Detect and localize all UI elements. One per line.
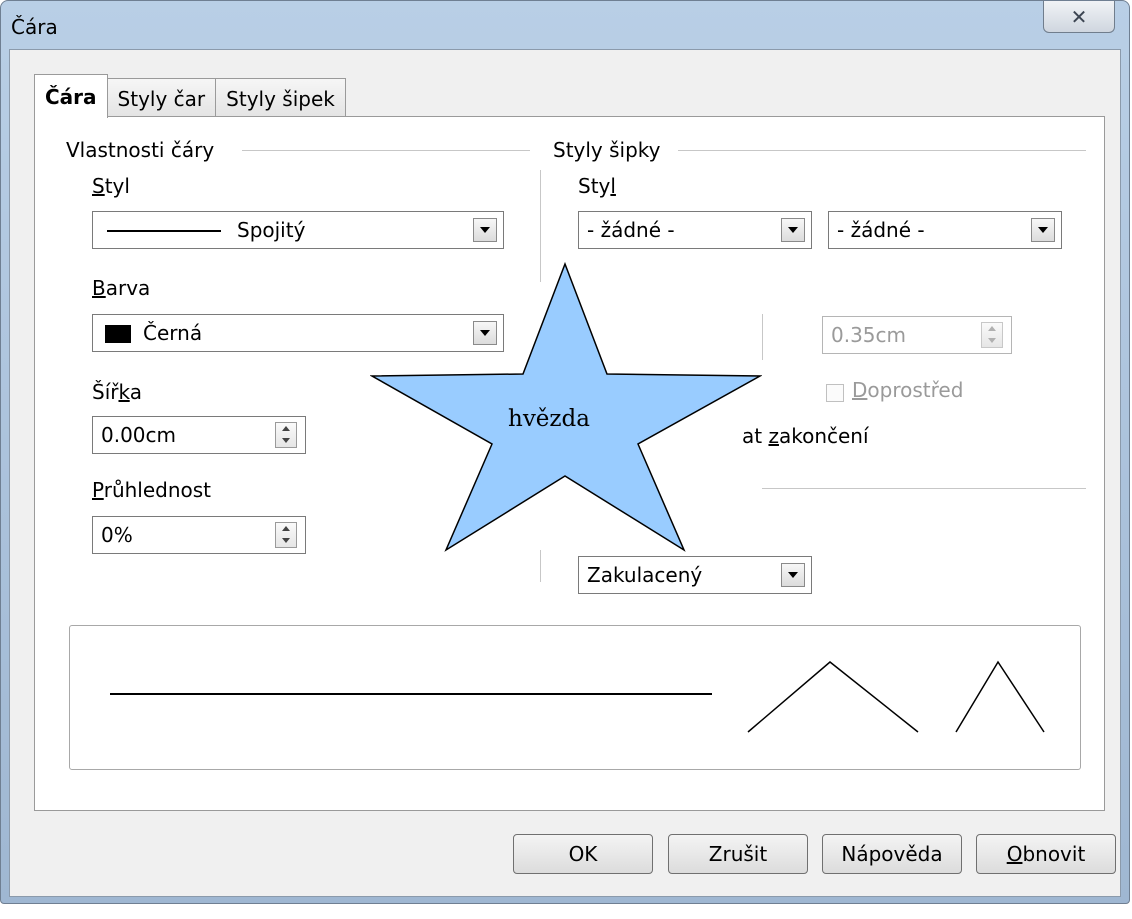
cap-style-select[interactable]: Zakulacený: [578, 556, 812, 594]
tab-arrow-styles[interactable]: Styly šipek: [215, 78, 346, 118]
line-properties-title: Vlastnosti čáry: [66, 138, 215, 162]
help-button[interactable]: Nápověda: [822, 834, 962, 874]
line-width-label: Šířka: [92, 380, 142, 404]
line-style-value: Spojitý: [237, 218, 306, 242]
transparency-spinner[interactable]: 0%: [92, 516, 306, 554]
line-style-sample: [107, 230, 221, 232]
corner-styles-divider: [762, 488, 1086, 489]
arrow-style-label: Styl: [578, 174, 616, 198]
line-style-select[interactable]: Spojitý: [92, 211, 504, 249]
star-label: hvězda: [508, 406, 590, 432]
help-button-label: Nápověda: [841, 842, 943, 866]
ok-button[interactable]: OK: [513, 834, 653, 874]
column-separator: [762, 314, 763, 360]
star-shape[interactable]: hvězda: [369, 261, 763, 557]
tab-line-styles[interactable]: Styly čar: [106, 78, 217, 118]
preview-corner-narrow: [955, 660, 1045, 733]
reset-button-label: Obnovit: [1006, 842, 1086, 866]
tab-arrow-styles-label: Styly šipek: [226, 86, 335, 111]
tab-line-styles-label: Styly čar: [117, 86, 206, 111]
window-title: Čára: [11, 15, 58, 39]
line-color-label: Barva: [92, 276, 151, 300]
arrow-styles-title: Styly šipky: [553, 138, 661, 162]
close-icon: ✕: [1070, 4, 1088, 29]
cap-style-value: Zakulacený: [587, 563, 703, 587]
arrow-styles-divider: [678, 150, 1086, 151]
preview-corner-wide: [747, 661, 919, 733]
tab-strip: Čára Styly čar Styly šipek: [34, 74, 346, 118]
close-button[interactable]: ✕: [1043, 1, 1115, 33]
center-checkbox-label: Doprostřed: [852, 378, 964, 402]
arrow-end-style-select[interactable]: - žádné -: [828, 211, 1062, 249]
spin-arrows-icon[interactable]: [275, 522, 297, 548]
chevron-down-icon[interactable]: [1031, 218, 1055, 242]
cancel-button[interactable]: Zrušit: [668, 834, 808, 874]
preview-canvas: [110, 660, 1045, 733]
spin-arrows-icon[interactable]: [275, 422, 297, 448]
tab-line-label: Čára: [45, 84, 97, 109]
reset-button[interactable]: Obnovit: [976, 834, 1116, 874]
color-swatch: [105, 325, 131, 343]
transparency-value: 0%: [101, 523, 133, 547]
line-color-value: Černá: [143, 321, 203, 345]
line-width-value: 0.00cm: [101, 423, 177, 447]
line-properties-divider: [242, 150, 530, 151]
arrow-start-style-value: - žádné -: [587, 218, 675, 242]
chevron-down-icon[interactable]: [473, 218, 497, 242]
tab-line[interactable]: Čára: [34, 74, 108, 118]
chevron-down-icon[interactable]: [781, 563, 805, 587]
arrow-width-value: 0.35cm: [831, 323, 907, 347]
chevron-down-icon[interactable]: [781, 218, 805, 242]
arrow-end-style-value: - žádné -: [837, 218, 925, 242]
title-bar[interactable]: Čára ✕: [1, 1, 1129, 51]
line-width-spinner[interactable]: 0.00cm: [92, 416, 306, 454]
transparency-label: Průhlednost: [92, 478, 212, 502]
ok-button-label: OK: [568, 842, 598, 866]
line-preview: [69, 625, 1081, 770]
cancel-button-label: Zrušit: [708, 842, 768, 866]
center-checkbox[interactable]: [826, 384, 844, 402]
arrow-start-style-select[interactable]: - žádné -: [578, 211, 812, 249]
arrow-width-spinner[interactable]: 0.35cm: [822, 316, 1012, 354]
line-style-label: Styl: [92, 174, 130, 198]
spin-arrows-icon[interactable]: [981, 322, 1003, 348]
